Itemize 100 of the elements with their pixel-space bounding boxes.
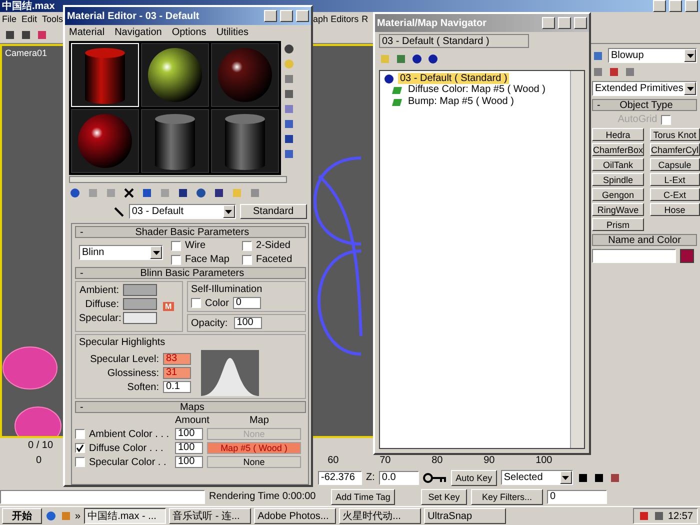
checkbox[interactable] — [242, 240, 252, 250]
key-icon[interactable] — [422, 472, 447, 484]
tree-item[interactable]: Diffuse Color: Map #5 ( Wood ) — [406, 84, 548, 95]
group-title: Self-Illumination — [191, 284, 264, 295]
menu-item[interactable]: Options — [172, 26, 206, 38]
primitive-button[interactable]: OilTank — [592, 158, 644, 171]
map-button[interactable]: None — [207, 456, 301, 468]
spinner-field[interactable]: 0.1 — [163, 381, 191, 393]
color-swatch[interactable] — [123, 284, 157, 296]
menu-item[interactable]: R — [362, 14, 368, 24]
tool-icon[interactable] — [283, 88, 295, 100]
taskbar-item[interactable]: 音乐试听 - 连... — [168, 508, 251, 524]
menu-item[interactable]: aph Editors — [313, 14, 359, 24]
more-icon[interactable]: » — [75, 510, 81, 522]
scrollbar[interactable] — [69, 176, 287, 183]
material-sample-slot[interactable] — [141, 43, 209, 107]
primitive-button[interactable]: Capsule — [650, 158, 700, 171]
frame-field[interactable]: 0 — [547, 490, 607, 504]
coordinate-field[interactable]: 0.0 — [378, 470, 419, 484]
rollout-header[interactable]: - Object Type — [592, 99, 697, 111]
checkbox[interactable] — [242, 254, 252, 264]
prompt-field[interactable] — [0, 490, 205, 504]
tree-item[interactable]: 03 - Default ( Standard ) — [398, 73, 510, 84]
taskbar-item[interactable]: 火星时代动... — [338, 508, 421, 524]
set-key-button[interactable]: Set Key — [421, 488, 467, 504]
color-swatch[interactable] — [680, 249, 694, 263]
key-filters-button[interactable]: Key Filters... — [471, 488, 543, 504]
close-button[interactable] — [685, 0, 698, 12]
spinner-field[interactable]: 0 — [232, 297, 261, 309]
primitive-button[interactable]: ChamferBox — [592, 143, 644, 156]
taskbar-item[interactable]: Adobe Photos... — [254, 508, 336, 524]
menu-item[interactable]: Material — [69, 26, 105, 38]
primitive-button[interactable]: Torus Knot — [650, 128, 700, 141]
close-button[interactable] — [574, 17, 587, 29]
tool-icon[interactable] — [195, 187, 207, 199]
checkbox[interactable] — [75, 457, 85, 467]
menu-item[interactable]: Navigation — [114, 26, 162, 38]
tool-icon[interactable] — [608, 66, 620, 78]
tool-icon[interactable] — [283, 43, 295, 55]
menu-item[interactable]: File — [2, 14, 17, 24]
spinner-field[interactable]: 100 — [234, 317, 262, 329]
sphere-icon[interactable] — [69, 187, 81, 199]
checkbox[interactable] — [171, 254, 181, 264]
scrollbar[interactable] — [570, 71, 584, 448]
checkbox[interactable] — [75, 443, 85, 453]
tool-icon[interactable] — [283, 148, 295, 160]
delete-icon[interactable] — [123, 187, 135, 199]
maximize-button[interactable] — [669, 0, 682, 12]
primitive-button[interactable]: RingWave — [592, 203, 644, 216]
clock: 12:57 — [668, 510, 693, 522]
primitive-button[interactable]: Gengon — [592, 188, 644, 201]
rollout-header[interactable]: Name and Color — [592, 234, 697, 246]
menu-item[interactable]: Edit — [22, 14, 38, 24]
menu-item[interactable]: Tools — [42, 14, 64, 24]
tool-icon[interactable] — [283, 118, 295, 130]
key-mode-dropdown[interactable]: Selected — [500, 470, 573, 485]
checkbox[interactable] — [171, 240, 181, 250]
menu-item[interactable]: Utilities — [216, 26, 249, 38]
primitive-button[interactable]: L-Ext — [650, 173, 700, 186]
close-button[interactable] — [296, 10, 309, 22]
shader-dropdown[interactable]: Blinn — [79, 245, 163, 260]
minimize-button[interactable] — [542, 17, 555, 29]
primitive-button[interactable]: Prism — [592, 218, 644, 231]
minimize-button[interactable] — [264, 10, 277, 22]
primitive-button[interactable]: Spindle — [592, 173, 644, 186]
taskbar-item[interactable]: UltraSnap — [424, 508, 506, 524]
primitive-button[interactable]: Hose — [650, 203, 700, 216]
color-swatch[interactable] — [123, 312, 157, 324]
rollout-header[interactable]: - Blinn Basic Parameters — [75, 267, 306, 279]
list-icon[interactable] — [395, 53, 407, 65]
sphere-icon[interactable] — [427, 53, 439, 65]
maximize-button[interactable] — [280, 10, 293, 22]
sphere-icon[interactable] — [411, 53, 423, 65]
start-button[interactable]: 开始 — [2, 508, 42, 524]
checkbox[interactable] — [191, 298, 201, 308]
sphere-sample-icon — [215, 45, 275, 105]
coordinate-field[interactable]: -62.376 — [318, 470, 362, 484]
primitive-button[interactable]: ChamferCyl — [650, 143, 700, 156]
taskbar-item[interactable]: 中国结.max - ... — [84, 508, 166, 524]
tool-icon[interactable] — [283, 133, 295, 145]
tool-icon[interactable] — [177, 187, 189, 199]
minimize-button[interactable] — [653, 0, 666, 12]
add-time-tag-button[interactable]: Add Time Tag — [331, 488, 395, 504]
maximize-button[interactable] — [558, 17, 571, 29]
rollout-header[interactable]: - Shader Basic Parameters — [75, 226, 306, 238]
name-field[interactable] — [592, 249, 676, 263]
spinner-field[interactable]: 100 — [175, 442, 203, 454]
color-swatch[interactable] — [123, 298, 157, 310]
category-dropdown[interactable]: Extended Primitives — [592, 81, 697, 96]
primitive-button[interactable]: C-Ext — [650, 188, 700, 201]
primitive-button[interactable]: Hedra — [592, 128, 644, 141]
highlight-curve-graph — [201, 350, 259, 396]
modifier-dropdown[interactable]: Blowup — [608, 48, 697, 63]
checkbox-label: 2-Sided — [256, 240, 290, 251]
tree-item[interactable]: Bump: Map #5 ( Wood ) — [406, 96, 516, 107]
material-type-button[interactable]: Standard — [240, 204, 307, 219]
spinner-field[interactable]: 100 — [175, 456, 203, 468]
auto-key-button[interactable]: Auto Key — [450, 470, 497, 486]
material-name-dropdown[interactable]: 03 - Default — [128, 204, 236, 219]
rollout-header[interactable]: - Maps — [75, 401, 306, 413]
